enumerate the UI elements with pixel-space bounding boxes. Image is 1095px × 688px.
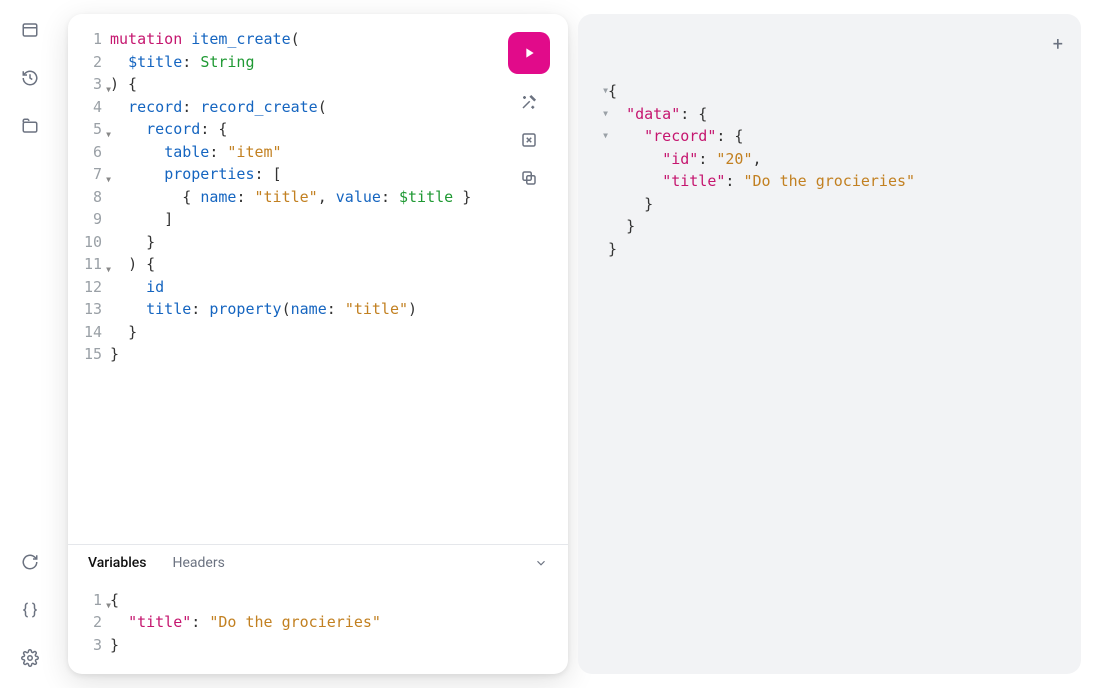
main: 123▼45▼67▼891011▼12131415 mutation item_… — [60, 0, 1095, 688]
query-editor[interactable]: 123▼45▼67▼891011▼12131415 mutation item_… — [68, 14, 568, 544]
tab-variables[interactable]: Variables — [88, 555, 146, 571]
editor-card: 123▼45▼67▼891011▼12131415 mutation item_… — [68, 14, 568, 674]
folder-icon[interactable] — [20, 116, 40, 136]
result-gutter: ▼▼▼ — [590, 80, 608, 260]
window-icon[interactable] — [20, 20, 40, 40]
variables-gutter: 1▼23 — [68, 589, 110, 657]
result-panel: + ▼▼▼ { "data": { "record": { "id": "20"… — [578, 14, 1081, 674]
plus-icon[interactable]: + — [1053, 34, 1063, 55]
bottom-panel: Variables Headers 1▼23 { "title": "Do th… — [68, 544, 568, 675]
bottom-tabs: Variables Headers — [68, 545, 568, 581]
editor-gutter: 123▼45▼67▼891011▼12131415 — [68, 28, 110, 536]
editor-body[interactable]: mutation item_create( $title: String) { … — [110, 28, 471, 536]
run-button[interactable] — [508, 32, 550, 74]
editor-toolbar — [508, 32, 550, 188]
result-body: { "data": { "record": { "id": "20", "tit… — [608, 80, 915, 260]
tab-headers[interactable]: Headers — [172, 555, 224, 571]
magic-wand-icon[interactable] — [519, 92, 539, 112]
history-icon[interactable] — [20, 68, 40, 88]
result-viewer[interactable]: ▼▼▼ { "data": { "record": { "id": "20", … — [590, 34, 1069, 260]
settings-icon[interactable] — [20, 648, 40, 668]
merge-icon[interactable] — [519, 130, 539, 150]
refresh-icon[interactable] — [20, 552, 40, 572]
copy-icon[interactable] — [519, 168, 539, 188]
variables-body[interactable]: { "title": "Do the grocieries"} — [110, 589, 381, 657]
keyboard-icon[interactable] — [20, 600, 40, 620]
sidebar — [0, 0, 60, 688]
variables-editor[interactable]: 1▼23 { "title": "Do the grocieries"} — [68, 581, 568, 675]
chevron-down-icon[interactable] — [534, 556, 548, 570]
